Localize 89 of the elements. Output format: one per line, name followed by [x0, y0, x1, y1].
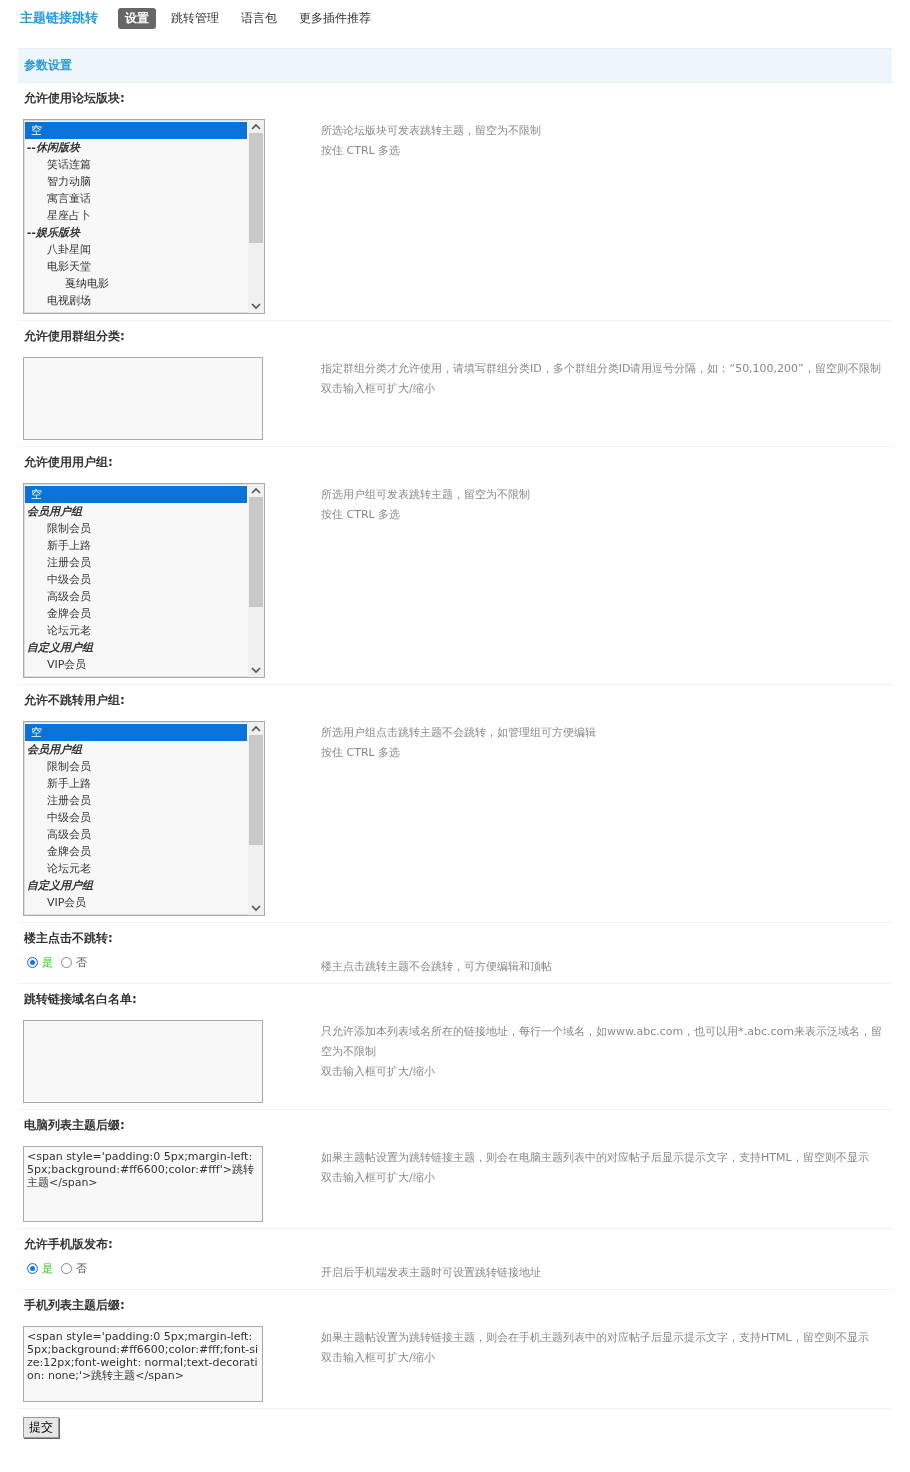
- list-option[interactable]: 新手上路: [25, 775, 247, 792]
- scrollbar[interactable]: [248, 120, 264, 313]
- list-option[interactable]: VIP会员: [25, 656, 247, 673]
- scroll-up-icon[interactable]: [251, 487, 261, 495]
- setting-description: 所选论坛版块可发表跳转主题，留空为不限制: [321, 123, 542, 139]
- setting-description: 所选用户组点击跳转主题不会跳转，如管理组可方便编辑: [321, 725, 597, 741]
- radio-option[interactable]: 否: [61, 955, 87, 970]
- list-option[interactable]: 星座占卜: [25, 207, 247, 224]
- list-option[interactable]: 笑话连篇: [25, 156, 247, 173]
- list-option[interactable]: 高级会员: [25, 826, 247, 843]
- list-option[interactable]: 智力动脑: [25, 173, 247, 190]
- setting-label: 允许使用用户组:: [23, 454, 114, 471]
- option-group-label[interactable]: --休闲版块: [25, 139, 247, 156]
- setting-label: 允许不跳转用户组:: [23, 692, 126, 709]
- radio-label: 是: [42, 1261, 53, 1276]
- list-option[interactable]: 中级会员: [25, 571, 247, 588]
- setting-label: 允许使用论坛版块:: [23, 90, 126, 107]
- list-option[interactable]: VIP会员: [25, 894, 247, 911]
- setting-label: 电脑列表主题后缀:: [23, 1117, 126, 1134]
- list-option[interactable]: 论坛元老: [25, 860, 247, 877]
- setting-description: 按住 CTRL 多选: [321, 507, 402, 523]
- option-group-label[interactable]: 自定义用户组: [25, 877, 247, 894]
- setting-description: 双击输入框可扩大/缩小: [321, 1350, 436, 1366]
- list-option[interactable]: 电影天堂: [25, 258, 247, 275]
- option-group-label[interactable]: --娱乐版块: [25, 224, 247, 241]
- list-option[interactable]: 空: [25, 724, 247, 741]
- plugin-title: 主题链接跳转: [20, 9, 98, 27]
- list-option[interactable]: 新手上路: [25, 537, 247, 554]
- multi-select-list[interactable]: 空 会员用户组 限制会员 新手上路 注册会员 中级会员 高级会员 金牌会员 论坛元老 自定义用户组 VIP会员: [23, 721, 265, 916]
- radio-button[interactable]: [61, 957, 72, 968]
- setting-description: 只允许添加本列表域名所在的链接地址，每行一个域名，如www.abc.com，也可以用*.abc.com来表示泛域名，留空为不限制: [321, 1024, 883, 1060]
- radio-button[interactable]: [27, 1263, 38, 1274]
- setting-label: 允许手机版发布:: [23, 1236, 114, 1253]
- setting-description: 楼主点击跳转主题不会跳转，可方便编辑和顶帖: [321, 959, 553, 975]
- setting-description: 按住 CTRL 多选: [321, 143, 402, 159]
- scrollbar[interactable]: [248, 722, 264, 915]
- setting-description: 如果主题帖设置为跳转链接主题，则会在手机主题列表中的对应帖子后显示提示文字，支持HTML，留空则不显示: [321, 1330, 870, 1346]
- list-option[interactable]: 论坛元老: [25, 622, 247, 639]
- scroll-down-icon[interactable]: [251, 904, 261, 912]
- setting-label: 手机列表主题后缀:: [23, 1297, 126, 1314]
- scroll-down-icon[interactable]: [251, 302, 261, 310]
- scroll-up-icon[interactable]: [251, 725, 261, 733]
- text-area[interactable]: <span style='padding:0 5px;margin-left:5px;background:#ff6600;color:#fff;font-size:12px;font-weight: normal;text-decoration: none;'>跳转主题</span>: [23, 1326, 263, 1402]
- list-option[interactable]: 空: [25, 486, 247, 503]
- panel-title: 参数设置: [18, 48, 892, 83]
- submit-button[interactable]: 提交: [23, 1417, 59, 1438]
- radio-button[interactable]: [27, 957, 38, 968]
- scroll-up-icon[interactable]: [251, 123, 261, 131]
- nav-tab[interactable]: 跳转管理: [164, 7, 226, 29]
- option-group-label[interactable]: 会员用户组: [25, 503, 247, 520]
- setting-description: 所选用户组可发表跳转主题，留空为不限制: [321, 487, 531, 503]
- setting-description: 双击输入框可扩大/缩小: [321, 1170, 436, 1186]
- list-option[interactable]: 注册会员: [25, 554, 247, 571]
- list-option[interactable]: 金牌会员: [25, 843, 247, 860]
- scroll-down-icon[interactable]: [251, 666, 261, 674]
- radio-label: 是: [42, 955, 53, 970]
- scrollbar[interactable]: [248, 484, 264, 677]
- setting-description: 按住 CTRL 多选: [321, 745, 402, 761]
- radio-button[interactable]: [61, 1263, 72, 1274]
- list-option[interactable]: 戛纳电影: [25, 275, 247, 292]
- setting-description: 双击输入框可扩大/缩小: [321, 1064, 436, 1080]
- multi-select-list[interactable]: 空 --休闲版块 笑话连篇 智力动脑 寓言童话 星座占卜 --娱乐版块 八卦星闻 电影天堂 戛纳电影 电视剧场: [23, 119, 265, 314]
- radio-option[interactable]: 否: [61, 1261, 87, 1276]
- text-area[interactable]: <span style='padding:0 5px;margin-left:5px;background:#ff6600;color:#fff'>跳转主题</span>: [23, 1146, 263, 1222]
- list-option[interactable]: 中级会员: [25, 809, 247, 826]
- nav-tab[interactable]: 更多插件推荐: [292, 7, 378, 29]
- option-group-label[interactable]: 会员用户组: [25, 741, 247, 758]
- option-group-label[interactable]: 自定义用户组: [25, 639, 247, 656]
- multi-select-list[interactable]: 空 会员用户组 限制会员 新手上路 注册会员 中级会员 高级会员 金牌会员 论坛元老 自定义用户组 VIP会员: [23, 483, 265, 678]
- list-option[interactable]: 注册会员: [25, 792, 247, 809]
- nav-tab[interactable]: 语言包: [234, 7, 284, 29]
- radio-label: 否: [76, 1261, 87, 1276]
- setting-description: 开启后手机端发表主题时可设置跳转链接地址: [321, 1265, 542, 1281]
- radio-label: 否: [76, 955, 87, 970]
- list-option[interactable]: 金牌会员: [25, 605, 247, 622]
- setting-description: 双击输入框可扩大/缩小: [321, 381, 436, 397]
- setting-label: 跳转链接域名白名单:: [23, 991, 138, 1008]
- setting-description: 如果主题帖设置为跳转链接主题，则会在电脑主题列表中的对应帖子后显示提示文字，支持HTML，留空则不显示: [321, 1150, 870, 1166]
- list-option[interactable]: 限制会员: [25, 520, 247, 537]
- list-option[interactable]: 限制会员: [25, 758, 247, 775]
- list-option[interactable]: 八卦星闻: [25, 241, 247, 258]
- setting-label: 允许使用群组分类:: [23, 328, 126, 345]
- list-option[interactable]: 高级会员: [25, 588, 247, 605]
- list-option[interactable]: 寓言童话: [25, 190, 247, 207]
- setting-label: 楼主点击不跳转:: [23, 930, 114, 947]
- setting-description: 指定群组分类才允许使用，请填写群组分类ID，多个群组分类ID请用逗号分隔，如：“50,100,200”，留空则不限制: [321, 361, 882, 377]
- list-option[interactable]: 电视剧场: [25, 292, 247, 309]
- nav-tab[interactable]: 设置: [118, 7, 156, 29]
- list-option[interactable]: 空: [25, 122, 247, 139]
